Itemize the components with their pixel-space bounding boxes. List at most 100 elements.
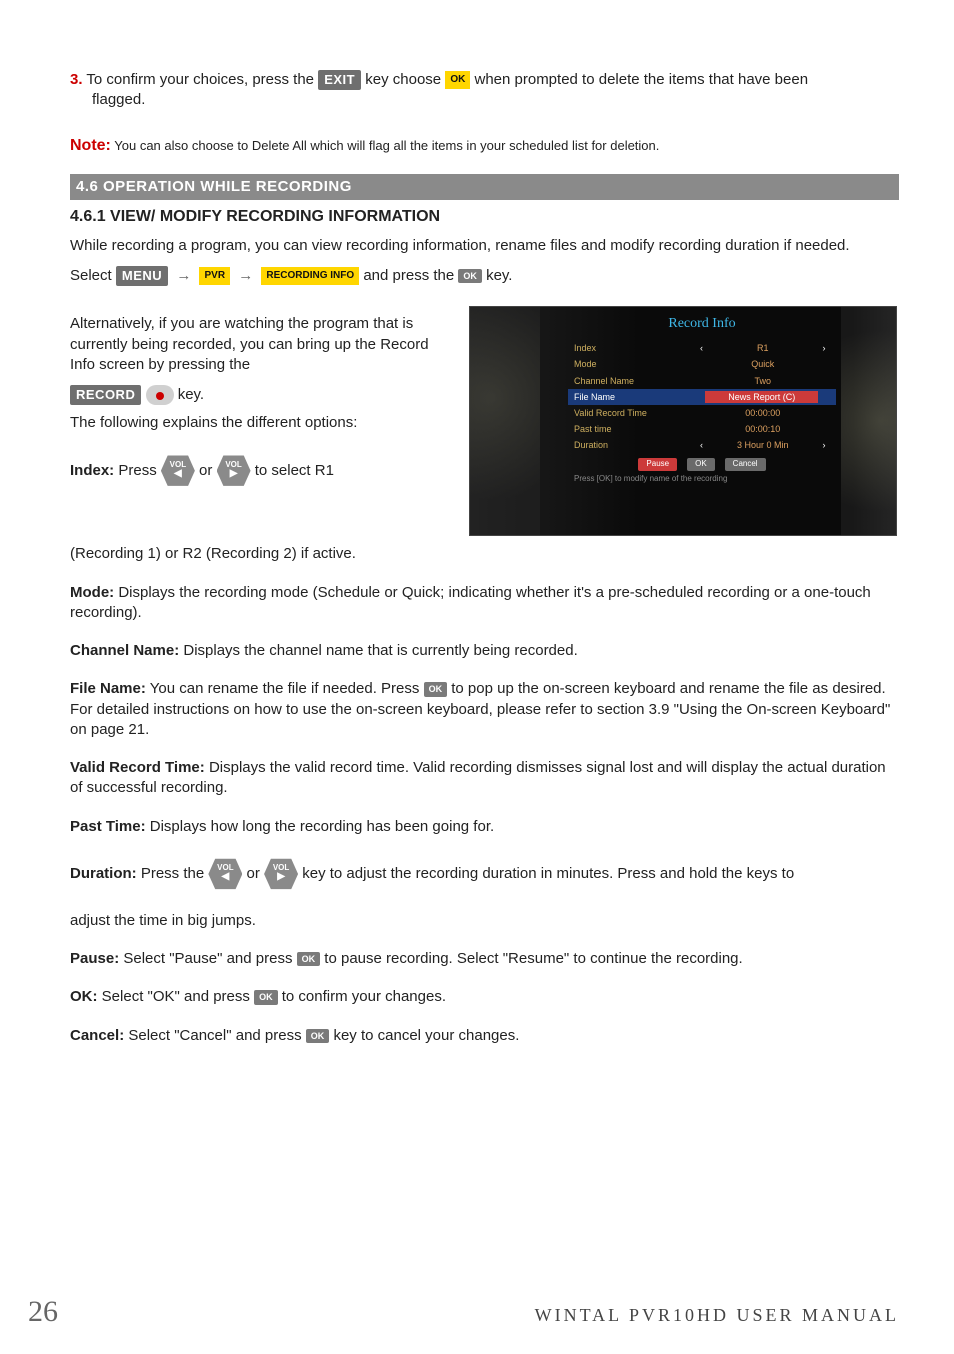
tv-row-file-highlight: File Name News Report (C) [568, 389, 836, 405]
intro-paragraph: While recording a program, you can view … [70, 236, 899, 256]
menu-key-icon: MENU [116, 266, 168, 286]
pause-after: to pause recording. Select "Resume" to c… [324, 950, 742, 967]
record-info-screenshot: Record Info Index ‹ R1 › Mode Quick [469, 306, 897, 536]
arrow-icon: → [234, 266, 257, 286]
cancel-before: Select "Cancel" and press [128, 1027, 305, 1044]
tv-row-duration: Duration ‹ 3 Hour 0 Min › [568, 437, 836, 453]
pvr-key-icon: PVR [199, 267, 230, 285]
tv-cancel-button: Cancel [725, 458, 766, 471]
vol-right-key-icon: VOL▶ [264, 855, 298, 893]
ok-row: OK: Select "OK" and press OK to confirm … [70, 987, 899, 1007]
select-end: key. [486, 267, 512, 284]
section-heading-bar: 4.6 OPERATION WHILE RECORDING [70, 174, 899, 200]
index-after: to select R1 [255, 462, 334, 479]
tv-button-row: Pause OK Cancel [568, 458, 836, 471]
select-mid: and press the [363, 267, 458, 284]
arrow-icon: → [172, 266, 195, 286]
past-row: Past Time: Displays how long the recordi… [70, 817, 899, 837]
mode-text: Displays the recording mode (Schedule or… [70, 584, 871, 621]
tv-panel: Record Info Index ‹ R1 › Mode Quick [568, 315, 836, 525]
note-row: Note: You can also choose to Delete All … [70, 135, 899, 157]
alt-paragraph: Alternatively, if you are watching the p… [70, 314, 441, 375]
duration-label: Duration: [70, 865, 137, 882]
filename-before: You can rename the file if needed. Press [150, 680, 424, 697]
index-label: Index: [70, 462, 114, 479]
ok-after: to confirm your changes. [282, 988, 446, 1005]
ok-yellow-key-icon: OK [445, 71, 470, 89]
vol-left-key-icon: VOL◀ [208, 855, 242, 893]
past-text: Displays how long the recording has been… [150, 818, 494, 835]
recording-info-key-icon: RECORDING INFO [261, 267, 359, 285]
note-label: Note: [70, 137, 111, 154]
duration-before: Press the [141, 865, 209, 882]
step-3-text-1: To confirm your choices, press the [86, 71, 318, 88]
duration-tail: adjust the time in big jumps. [70, 911, 899, 931]
ok-grey-key-icon: OK [297, 952, 321, 966]
following-paragraph: The following explains the different opt… [70, 413, 441, 433]
duration-after: key to adjust the recording duration in … [302, 865, 794, 882]
cancel-label: Cancel: [70, 1027, 124, 1044]
record-key-icon: RECORD [70, 385, 141, 405]
pause-before: Select "Pause" and press [123, 950, 296, 967]
ok-label: OK: [70, 988, 98, 1005]
right-chevron-icon: › [818, 342, 830, 354]
vol-right-key-icon: VOL▶ [217, 452, 251, 490]
tv-row-index: Index ‹ R1 › [568, 340, 836, 356]
duration-or: or [247, 865, 265, 882]
tv-row-channel: Channel Name Two [568, 373, 836, 389]
page-number: 26 [28, 1292, 58, 1333]
left-chevron-icon: ‹ [696, 439, 708, 451]
channel-label: Channel Name: [70, 642, 179, 659]
index-before: Press [118, 462, 161, 479]
cancel-row: Cancel: Select "Cancel" and press OK key… [70, 1026, 899, 1046]
tv-bg-left [470, 307, 540, 535]
vol-left-key-icon: VOL◀ [161, 452, 195, 490]
ok-before: Select "OK" and press [102, 988, 254, 1005]
left-column: Alternatively, if you are watching the p… [70, 306, 441, 536]
record-key-tail: key. [178, 386, 204, 403]
step-3-text-2: key choose [365, 71, 445, 88]
note-text: You can also choose to Delete All which … [114, 138, 659, 153]
ok-grey-key-icon: OK [458, 269, 482, 283]
sub-heading: 4.6.1 VIEW/ MODIFY RECORDING INFORMATION [70, 206, 899, 228]
tv-pause-button: Pause [638, 458, 677, 471]
filename-row: File Name: You can rename the file if ne… [70, 679, 899, 740]
record-key-line: RECORD key. [70, 385, 441, 405]
cancel-after: key to cancel your changes. [333, 1027, 519, 1044]
ok-grey-key-icon: OK [306, 1029, 330, 1043]
filename-label: File Name: [70, 680, 146, 697]
ok-grey-key-icon: OK [254, 990, 278, 1004]
mode-label: Mode: [70, 584, 114, 601]
mode-row: Mode: Displays the recording mode (Sched… [70, 583, 899, 624]
tv-row-past: Past time 00:00:10 [568, 421, 836, 437]
manual-page: 3. To confirm your choices, press the EX… [0, 0, 954, 1354]
tv-hint: Press [OK] to modify name of the recordi… [568, 474, 836, 485]
exit-key-icon: EXIT [318, 70, 361, 90]
tv-title: Record Info [568, 315, 836, 334]
step-3: 3. To confirm your choices, press the EX… [70, 70, 899, 111]
tv-row-mode: Mode Quick [568, 356, 836, 372]
valid-label: Valid Record Time: [70, 759, 205, 776]
past-label: Past Time: [70, 818, 146, 835]
channel-text: Displays the channel name that is curren… [183, 642, 577, 659]
duration-row: Duration: Press the VOL◀ or VOL▶ key to … [70, 855, 899, 893]
valid-row: Valid Record Time: Displays the valid re… [70, 758, 899, 799]
right-chevron-icon: › [818, 439, 830, 451]
step-3-text-3: when prompted to delete the items that h… [474, 71, 808, 88]
left-chevron-icon: ‹ [696, 342, 708, 354]
tv-bg-right [841, 307, 896, 535]
select-word: Select [70, 267, 116, 284]
ok-grey-key-icon: OK [424, 682, 448, 696]
page-footer: 26 WINTAL PVR10HD USER MANUAL [0, 1292, 954, 1333]
footer-title: WINTAL PVR10HD USER MANUAL [535, 1303, 899, 1327]
pause-row: Pause: Select "Pause" and press OK to pa… [70, 949, 899, 969]
channel-row: Channel Name: Displays the channel name … [70, 641, 899, 661]
tv-row-valid: Valid Record Time 00:00:00 [568, 405, 836, 421]
index-row: Index: Press VOL◀ or VOL▶ to select R1 [70, 452, 441, 490]
index-or: or [199, 462, 217, 479]
pause-label: Pause: [70, 950, 119, 967]
select-menu-line: Select MENU → PVR → RECORDING INFO and p… [70, 266, 899, 286]
step-3-number: 3. [70, 71, 83, 88]
index-tail: (Recording 1) or R2 (Recording 2) if act… [70, 544, 899, 564]
record-dot-icon [146, 385, 174, 405]
